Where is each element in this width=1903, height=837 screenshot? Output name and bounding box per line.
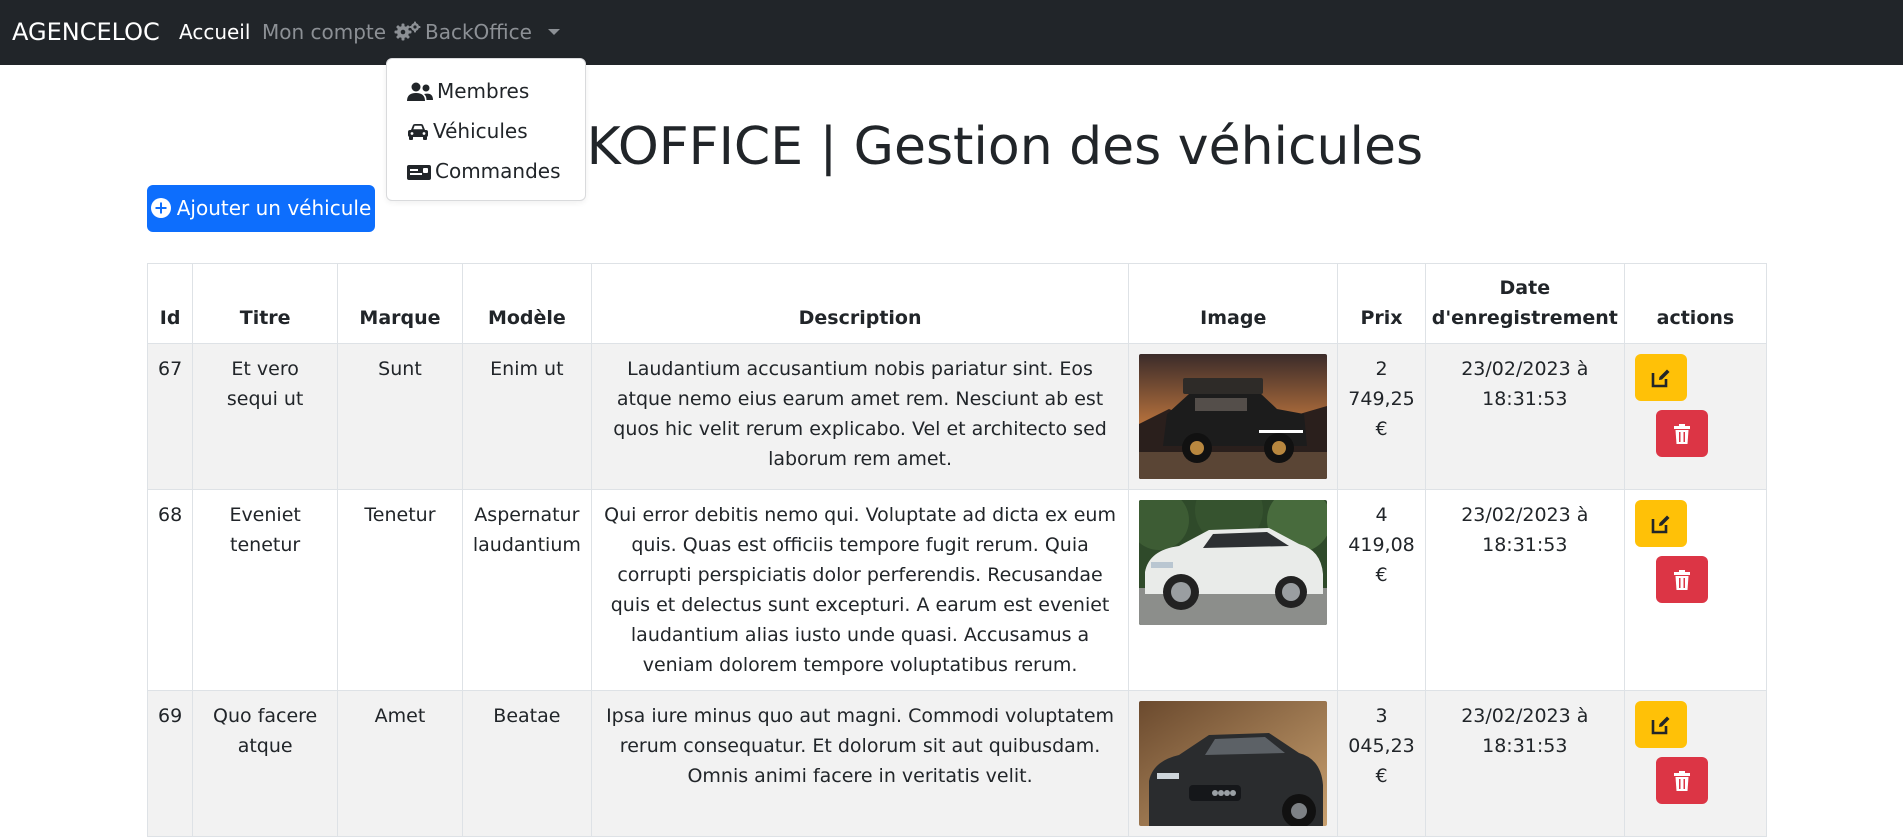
cell-modele: Aspernatur laudantium bbox=[461, 489, 592, 691]
id-card-icon bbox=[407, 165, 431, 180]
table-header-row: Id Titre Marque Modèle Description Image… bbox=[146, 263, 1768, 344]
cell-date: 23/02/2023 à 18:31:53 bbox=[1424, 343, 1625, 490]
cell-actions bbox=[1623, 489, 1768, 691]
page-title: BACKOFFICE | Gestion des véhicules bbox=[479, 117, 1424, 177]
cell-modele: Beatae bbox=[461, 690, 592, 837]
header-actions: actions bbox=[1623, 263, 1768, 344]
cell-id: 67 bbox=[146, 343, 194, 490]
cell-titre: Quo facere atque bbox=[192, 690, 339, 837]
delete-button[interactable] bbox=[1655, 757, 1708, 804]
cell-prix: 3 045,23 € bbox=[1337, 690, 1426, 837]
nav-link-mon-compte[interactable]: Mon compte bbox=[262, 0, 386, 65]
cell-description: Laudantium accusantium nobis pariatur si… bbox=[590, 343, 1130, 490]
delete-button[interactable] bbox=[1655, 556, 1708, 603]
users-icon bbox=[407, 82, 433, 101]
cell-titre: Eveniet tenetur bbox=[192, 489, 339, 691]
edit-button[interactable] bbox=[1634, 354, 1687, 401]
cell-image bbox=[1128, 690, 1339, 837]
trash-icon bbox=[1673, 770, 1690, 791]
cell-titre: Et vero sequi ut bbox=[192, 343, 339, 490]
add-vehicle-button[interactable]: Ajouter un véhicule bbox=[147, 185, 375, 232]
header-marque[interactable]: Marque bbox=[337, 263, 463, 344]
cell-id: 68 bbox=[146, 489, 194, 691]
vehicle-image bbox=[1139, 701, 1328, 826]
cell-id: 69 bbox=[146, 690, 194, 837]
trash-icon bbox=[1673, 423, 1690, 444]
table-row: 67 Et vero sequi ut Sunt Enim ut Laudant… bbox=[146, 343, 1768, 490]
cell-date: 23/02/2023 à 18:31:53 bbox=[1424, 690, 1625, 837]
cell-actions bbox=[1623, 343, 1768, 490]
cell-prix: 2 749,25 € bbox=[1337, 343, 1426, 490]
nav-link-accueil[interactable]: Accueil bbox=[179, 0, 250, 65]
trash-icon bbox=[1673, 569, 1690, 590]
dropdown-item-membres-label: Membres bbox=[437, 79, 530, 103]
header-id[interactable]: Id bbox=[146, 263, 194, 344]
edit-icon bbox=[1651, 515, 1670, 533]
table-row: 68 Eveniet tenetur Tenetur Aspernatur la… bbox=[146, 489, 1768, 691]
header-prix[interactable]: Prix bbox=[1337, 263, 1426, 344]
header-titre[interactable]: Titre bbox=[192, 263, 339, 344]
cell-description: Ipsa iure minus quo aut magni. Commodi v… bbox=[590, 690, 1130, 837]
cell-prix: 4 419,08 € bbox=[1337, 489, 1426, 691]
dropdown-item-vehicules[interactable]: Véhicules bbox=[407, 114, 528, 148]
car-icon bbox=[408, 124, 428, 140]
plus-circle-icon bbox=[150, 198, 171, 218]
dropdown-item-vehicules-label: Véhicules bbox=[433, 119, 528, 143]
vehicles-table: Id Titre Marque Modèle Description Image… bbox=[146, 263, 1768, 837]
dropdown-item-commandes-label: Commandes bbox=[435, 159, 561, 183]
cell-modele: Enim ut bbox=[461, 343, 592, 490]
dropdown-item-commandes[interactable]: Commandes bbox=[407, 154, 561, 188]
table-row: 69 Quo facere atque Amet Beatae Ipsa iur… bbox=[146, 690, 1768, 837]
vehicle-image bbox=[1139, 354, 1328, 479]
delete-button[interactable] bbox=[1655, 410, 1708, 457]
edit-icon bbox=[1651, 716, 1670, 734]
cell-image bbox=[1128, 343, 1339, 490]
backoffice-dropdown-menu: Membres Véhicules Commandes bbox=[386, 58, 586, 201]
edit-button[interactable] bbox=[1634, 701, 1687, 748]
cell-actions bbox=[1623, 690, 1768, 837]
header-modele[interactable]: Modèle bbox=[461, 263, 592, 344]
vehicle-image bbox=[1139, 500, 1328, 625]
cell-marque: Tenetur bbox=[337, 489, 463, 691]
cell-date: 23/02/2023 à 18:31:53 bbox=[1424, 489, 1625, 691]
dropdown-item-membres[interactable]: Membres bbox=[407, 74, 529, 108]
edit-icon bbox=[1651, 369, 1670, 387]
add-vehicle-label: Ajouter un véhicule bbox=[176, 196, 372, 220]
header-date[interactable]: Date d'enregistrement bbox=[1424, 263, 1625, 344]
nav-dropdown-backoffice[interactable]: BackOffice bbox=[394, 0, 560, 67]
cell-image bbox=[1128, 489, 1339, 691]
top-navbar: AGENCELOC Accueil Mon compte BackOffice bbox=[0, 0, 1903, 65]
brand-logo[interactable]: AGENCELOC bbox=[12, 0, 160, 65]
nav-link-backoffice-label: BackOffice bbox=[425, 20, 532, 44]
cell-marque: Sunt bbox=[337, 343, 463, 490]
header-description[interactable]: Description bbox=[590, 263, 1130, 344]
cell-description: Qui error debitis nemo qui. Voluptate ad… bbox=[590, 489, 1130, 691]
header-image[interactable]: Image bbox=[1128, 263, 1339, 344]
cell-marque: Amet bbox=[337, 690, 463, 837]
edit-button[interactable] bbox=[1634, 500, 1687, 547]
